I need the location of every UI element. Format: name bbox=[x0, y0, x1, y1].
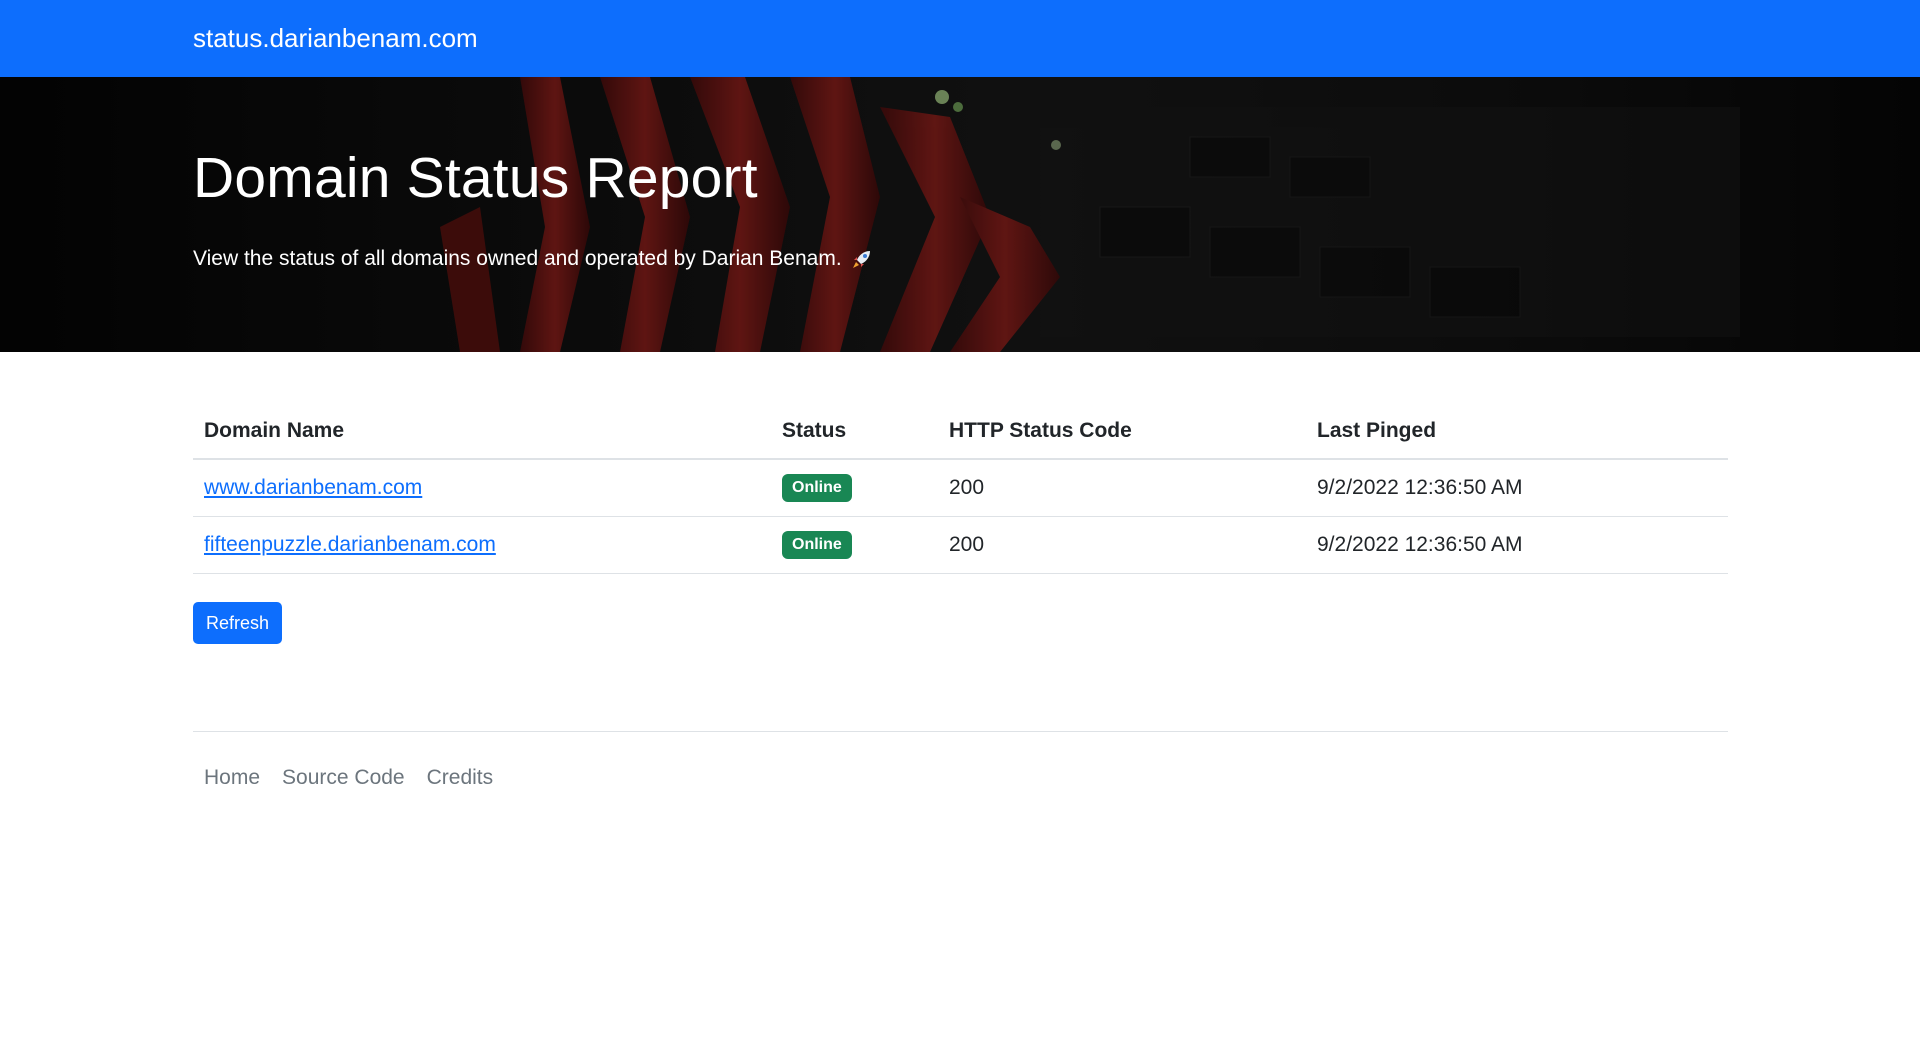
footer-link-source-code[interactable]: Source Code bbox=[271, 766, 416, 790]
domain-status-table: Domain Name Status HTTP Status Code Last… bbox=[193, 405, 1728, 574]
header-http-status-code: HTTP Status Code bbox=[938, 405, 1306, 460]
footer-link-home[interactable]: Home bbox=[193, 766, 271, 790]
status-cell: Online bbox=[771, 459, 938, 517]
http-code-cell: 200 bbox=[938, 459, 1306, 517]
table-header-row: Domain Name Status HTTP Status Code Last… bbox=[193, 405, 1728, 460]
domain-link[interactable]: fifteenpuzzle.darianbenam.com bbox=[204, 533, 496, 556]
status-badge: Online bbox=[782, 531, 852, 559]
header-domain-name: Domain Name bbox=[193, 405, 771, 460]
rocket-icon bbox=[850, 247, 874, 271]
main-content: Domain Name Status HTTP Status Code Last… bbox=[193, 405, 1728, 644]
page-title: Domain Status Report bbox=[193, 146, 758, 210]
last-pinged-cell: 9/2/2022 12:36:50 AM bbox=[1306, 516, 1728, 574]
table-row: fifteenpuzzle.darianbenam.com Online 200… bbox=[193, 516, 1728, 574]
footer-link-credits[interactable]: Credits bbox=[416, 766, 505, 790]
table-row: www.darianbenam.com Online 200 9/2/2022 … bbox=[193, 459, 1728, 517]
brand-link[interactable]: status.darianbenam.com bbox=[193, 23, 478, 54]
status-badge: Online bbox=[782, 474, 852, 502]
header-status: Status bbox=[771, 405, 938, 460]
refresh-button[interactable]: Refresh bbox=[193, 602, 283, 644]
header-last-pinged: Last Pinged bbox=[1306, 405, 1728, 460]
hero-subtitle: View the status of all domains owned and… bbox=[193, 247, 842, 270]
hero-banner: Domain Status Report View the status of … bbox=[0, 77, 1920, 352]
domain-cell: www.darianbenam.com bbox=[193, 459, 771, 517]
domain-link[interactable]: www.darianbenam.com bbox=[204, 476, 422, 499]
domain-cell: fifteenpuzzle.darianbenam.com bbox=[193, 516, 771, 574]
hero-content: Domain Status Report View the status of … bbox=[193, 145, 874, 271]
http-code-cell: 200 bbox=[938, 516, 1306, 574]
footer-nav: Home Source Code Credits bbox=[193, 766, 1728, 790]
last-pinged-cell: 9/2/2022 12:36:50 AM bbox=[1306, 459, 1728, 517]
status-cell: Online bbox=[771, 516, 938, 574]
page-footer: Home Source Code Credits bbox=[193, 731, 1728, 790]
top-navbar: status.darianbenam.com bbox=[0, 0, 1920, 77]
hero-subtitle-row: View the status of all domains owned and… bbox=[193, 247, 874, 271]
